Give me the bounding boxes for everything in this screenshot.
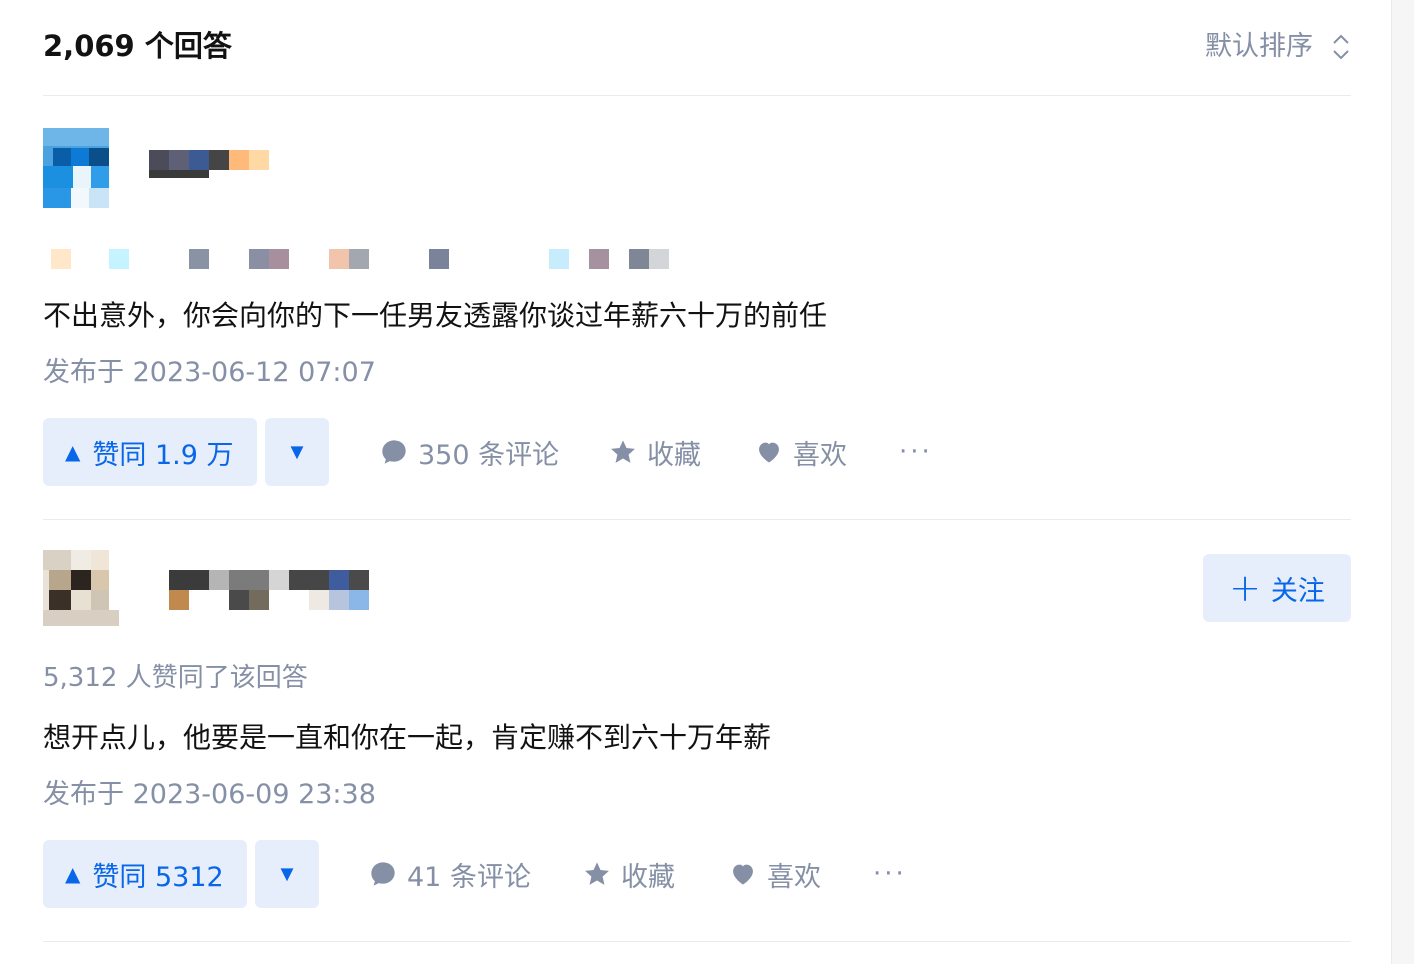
answers-card: 2,069 个回答 默认排序 不出意外，你会向你的下一任男友透露你谈过年薪六十万… [0, 0, 1392, 964]
like-label: 喜欢 [767, 861, 821, 893]
comments-button[interactable]: 41 条评论 [369, 840, 531, 908]
author-name-blurred[interactable] [149, 150, 271, 190]
downvote-button[interactable]: ▼ [265, 418, 329, 486]
avatar[interactable] [43, 550, 119, 630]
follow-button[interactable]: + 关注 [1203, 554, 1351, 622]
comments-label: 350 条评论 [418, 439, 560, 471]
avatar[interactable] [43, 128, 119, 208]
answer-actions: ▲ 赞同 5312 ▼ 41 条评论 收藏 喜欢 ··· [43, 840, 1043, 908]
triangle-up-icon: ▲ [65, 862, 81, 886]
answer-count: 2,069 个回答 [43, 29, 232, 63]
like-label: 喜欢 [793, 439, 847, 471]
downvote-button[interactable]: ▼ [255, 840, 319, 908]
upvote-label: 赞同 1.9 万 [92, 439, 234, 471]
answer-item: 不出意外，你会向你的下一任男友透露你谈过年薪六十万的前任 发布于 2023-06… [43, 96, 1351, 520]
comments-button[interactable]: 350 条评论 [380, 418, 559, 486]
author-name-blurred[interactable] [169, 570, 371, 610]
answer-actions: ▲ 赞同 1.9 万 ▼ 350 条评论 收藏 喜欢 ··· [43, 418, 1043, 486]
heart-icon [733, 864, 753, 885]
comment-bubble-icon [371, 862, 395, 886]
answer-content[interactable]: 想开点儿，他要是一直和你在一起，肯定赚不到六十万年薪 [43, 718, 771, 758]
answers-header: 2,069 个回答 默认排序 [43, 0, 1351, 96]
heart-icon [759, 442, 779, 463]
favorite-button[interactable]: 收藏 [609, 418, 701, 486]
favorite-label: 收藏 [621, 861, 675, 893]
favorite-label: 收藏 [647, 439, 701, 471]
comment-bubble-icon [382, 440, 406, 464]
sort-dropdown[interactable]: 默认排序 [1205, 28, 1351, 66]
favorite-button[interactable]: 收藏 [583, 840, 675, 908]
star-icon [611, 440, 635, 463]
triangle-down-icon: ▼ [286, 439, 308, 464]
sort-chevron-icon [1333, 34, 1349, 60]
more-icon: ··· [899, 437, 933, 467]
upvote-button[interactable]: ▲ 赞同 1.9 万 [43, 418, 257, 486]
triangle-down-icon: ▼ [276, 861, 298, 886]
triangle-up-icon: ▲ [65, 440, 81, 464]
vote-meta: 5,312 人赞同了该回答 [43, 663, 308, 693]
comments-label: 41 条评论 [407, 861, 531, 893]
like-button[interactable]: 喜欢 [729, 840, 821, 908]
upvote-button[interactable]: ▲ 赞同 5312 [43, 840, 247, 908]
sort-label: 默认排序 [1205, 31, 1313, 62]
follow-label: 关注 [1270, 575, 1325, 607]
upvote-label: 赞同 5312 [92, 861, 224, 893]
publish-date[interactable]: 发布于 2023-06-09 23:38 [43, 776, 376, 814]
star-icon [585, 862, 609, 885]
like-button[interactable]: 喜欢 [755, 418, 847, 486]
plus-icon: + [1229, 566, 1261, 610]
voters-blurred [43, 241, 673, 271]
publish-date[interactable]: 发布于 2023-06-12 07:07 [43, 354, 376, 392]
answer-item: + 关注 5,312 人赞同了该回答 想开点儿，他要是一直和你在一起，肯定赚不到… [43, 520, 1351, 942]
more-button[interactable]: ··· [873, 840, 907, 908]
more-icon: ··· [873, 859, 907, 889]
answer-content[interactable]: 不出意外，你会向你的下一任男友透露你谈过年薪六十万的前任 [43, 296, 827, 336]
more-button[interactable]: ··· [899, 418, 933, 486]
